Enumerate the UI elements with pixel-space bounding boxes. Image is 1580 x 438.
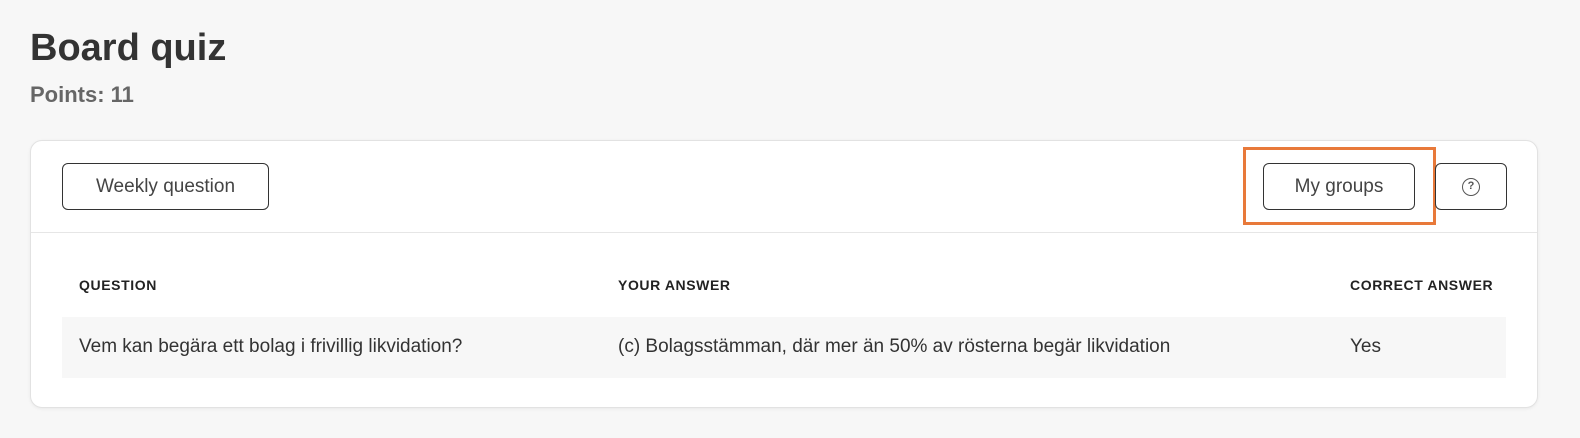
table-header: QUESTION YOUR ANSWER CORRECT ANSWER: [62, 261, 1506, 317]
cell-your-answer: (c) Bolagsstämman, där mer än 50% av rös…: [618, 336, 1171, 357]
column-header-question: QUESTION: [79, 277, 157, 293]
points-label: Points:: [30, 82, 105, 107]
page-title: Board quiz: [30, 27, 227, 69]
table-row: Vem kan begära ett bolag i frivillig lik…: [62, 317, 1506, 378]
weekly-question-button[interactable]: Weekly question: [62, 163, 269, 210]
column-header-your-answer: YOUR ANSWER: [618, 277, 731, 293]
question-circle-icon: ?: [1462, 177, 1480, 196]
column-header-correct-answer: CORRECT ANSWER: [1350, 277, 1494, 293]
cell-correct-answer: Yes: [1350, 336, 1381, 357]
page: Board quiz Points: 11 Weekly question My …: [0, 0, 1580, 438]
points-value: 11: [110, 82, 134, 107]
card-toolbar: Weekly question My groups ?: [31, 141, 1537, 233]
points-summary: Points: 11: [30, 81, 134, 109]
help-button[interactable]: ?: [1435, 163, 1507, 210]
answers-table: QUESTION YOUR ANSWER CORRECT ANSWER Vem …: [62, 261, 1506, 378]
my-groups-button[interactable]: My groups: [1263, 163, 1415, 210]
quiz-card: Weekly question My groups ? QUESTION YOU…: [30, 140, 1538, 408]
cell-question: Vem kan begära ett bolag i frivillig lik…: [79, 336, 463, 357]
